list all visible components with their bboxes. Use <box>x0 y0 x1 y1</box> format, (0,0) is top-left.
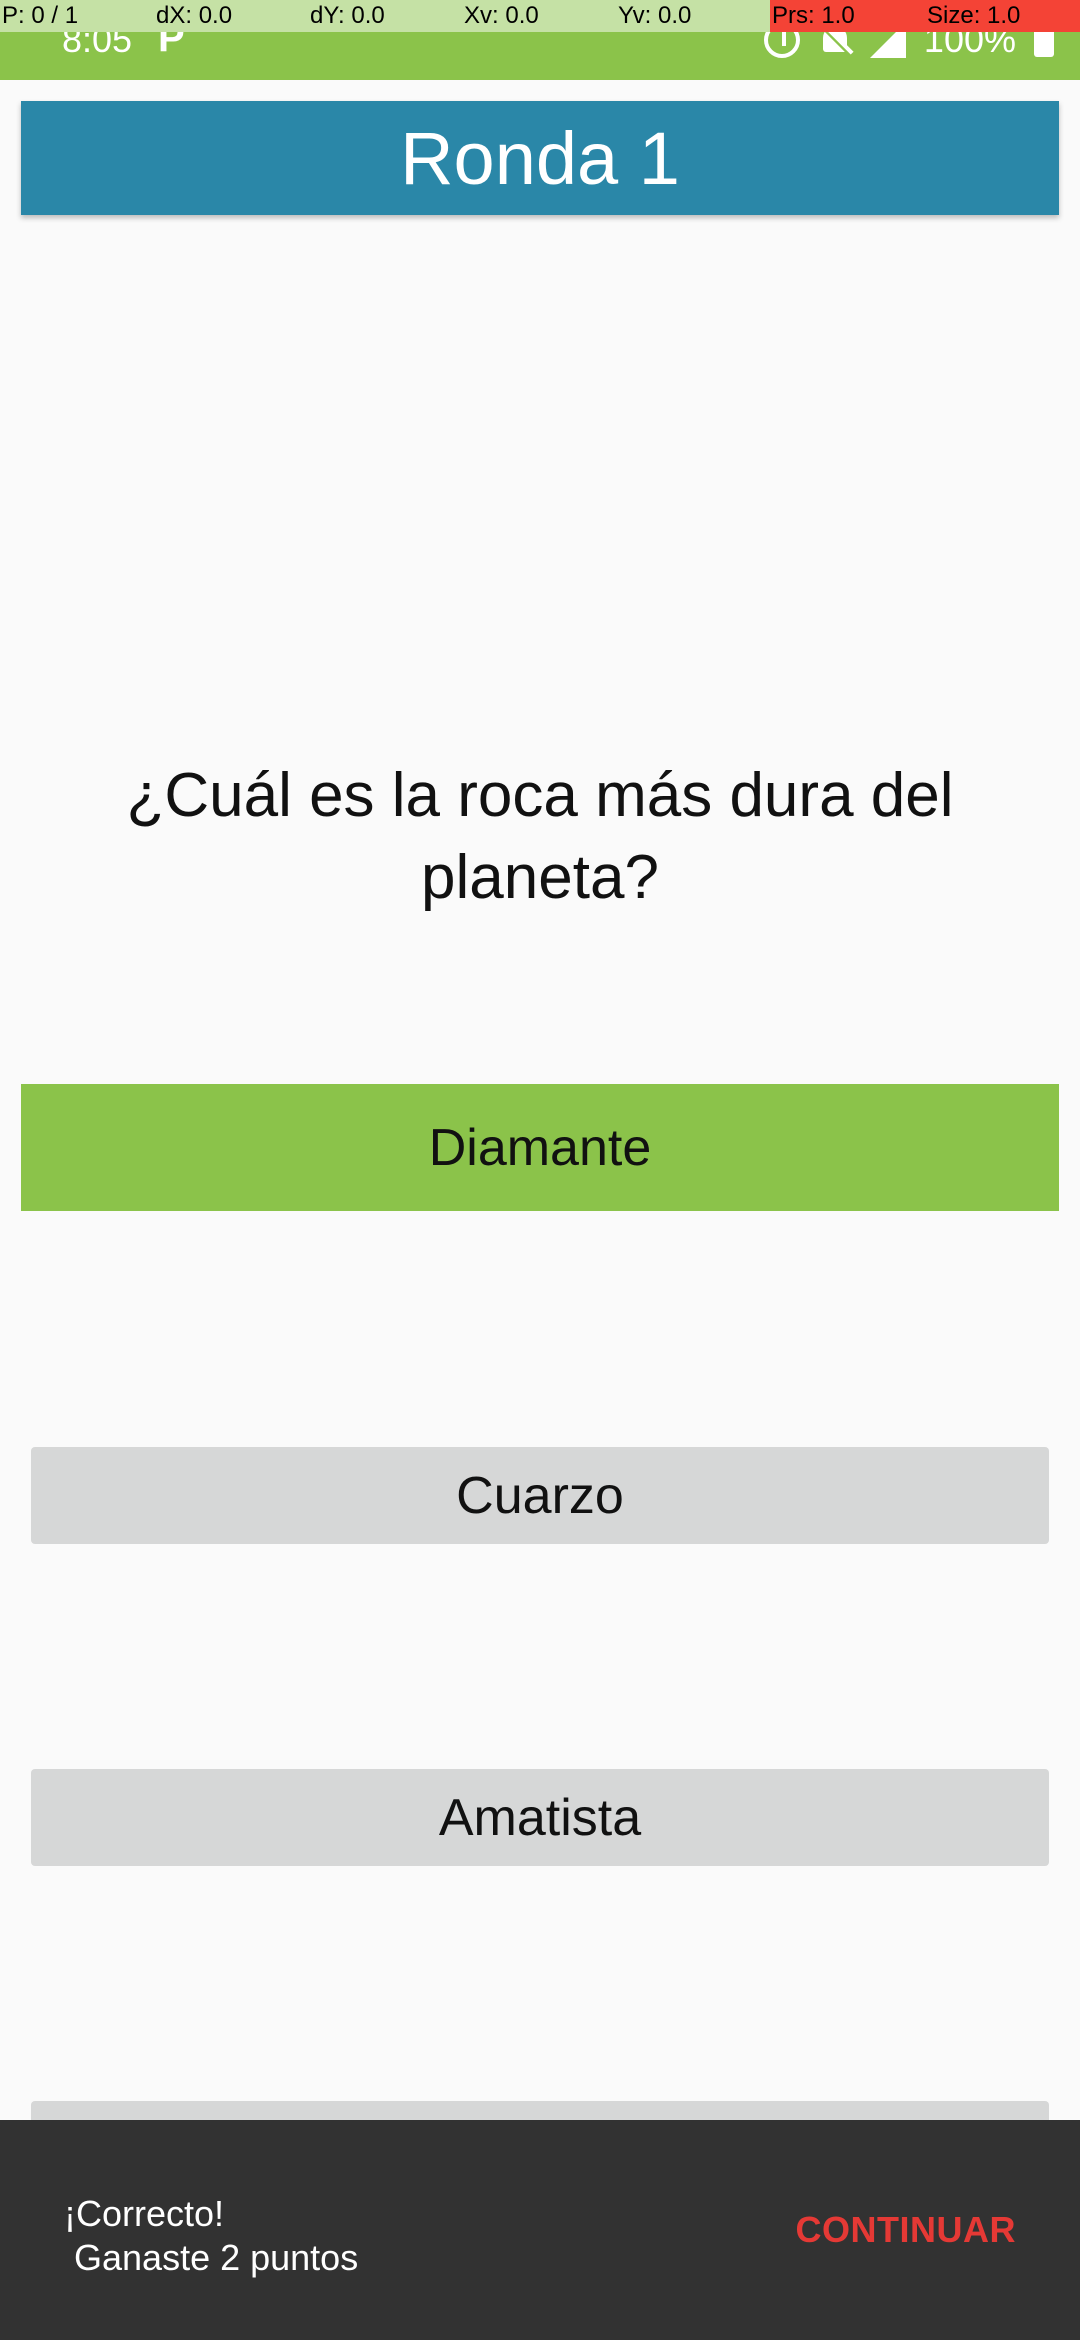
debug-pointer: P: 0 / 1 <box>0 0 154 32</box>
debug-size: Size: 1.0 <box>925 0 1080 32</box>
debug-pressure: Prs: 1.0 <box>770 0 925 32</box>
debug-yv: Yv: 0.0 <box>616 0 770 32</box>
debug-dx: dX: 0.0 <box>154 0 308 32</box>
snackbar-message-line2: Ganaste 2 puntos <box>64 2237 359 2278</box>
answer-button-1[interactable]: Diamante <box>21 1084 1059 1211</box>
snackbar-message-line1: ¡Correcto! <box>64 2193 225 2234</box>
debug-xv: Xv: 0.0 <box>462 0 616 32</box>
debug-dy: dY: 0.0 <box>308 0 462 32</box>
result-snackbar: ¡Correcto! Ganaste 2 puntos CONTINUAR <box>0 2120 1080 2340</box>
round-title: Ronda 1 <box>21 101 1059 215</box>
pointer-location-overlay: P: 0 / 1 dX: 0.0 dY: 0.0 Xv: 0.0 Yv: 0.0… <box>0 0 1080 32</box>
question-text: ¿Cuál es la roca más dura del planeta? <box>126 761 954 912</box>
snackbar-message: ¡Correcto! Ganaste 2 puntos <box>64 2192 358 2280</box>
answer-button-3[interactable]: Amatista <box>31 1769 1049 1866</box>
answer-button-2[interactable]: Cuarzo <box>31 1447 1049 1544</box>
continue-button[interactable]: CONTINUAR <box>796 2209 1016 2251</box>
